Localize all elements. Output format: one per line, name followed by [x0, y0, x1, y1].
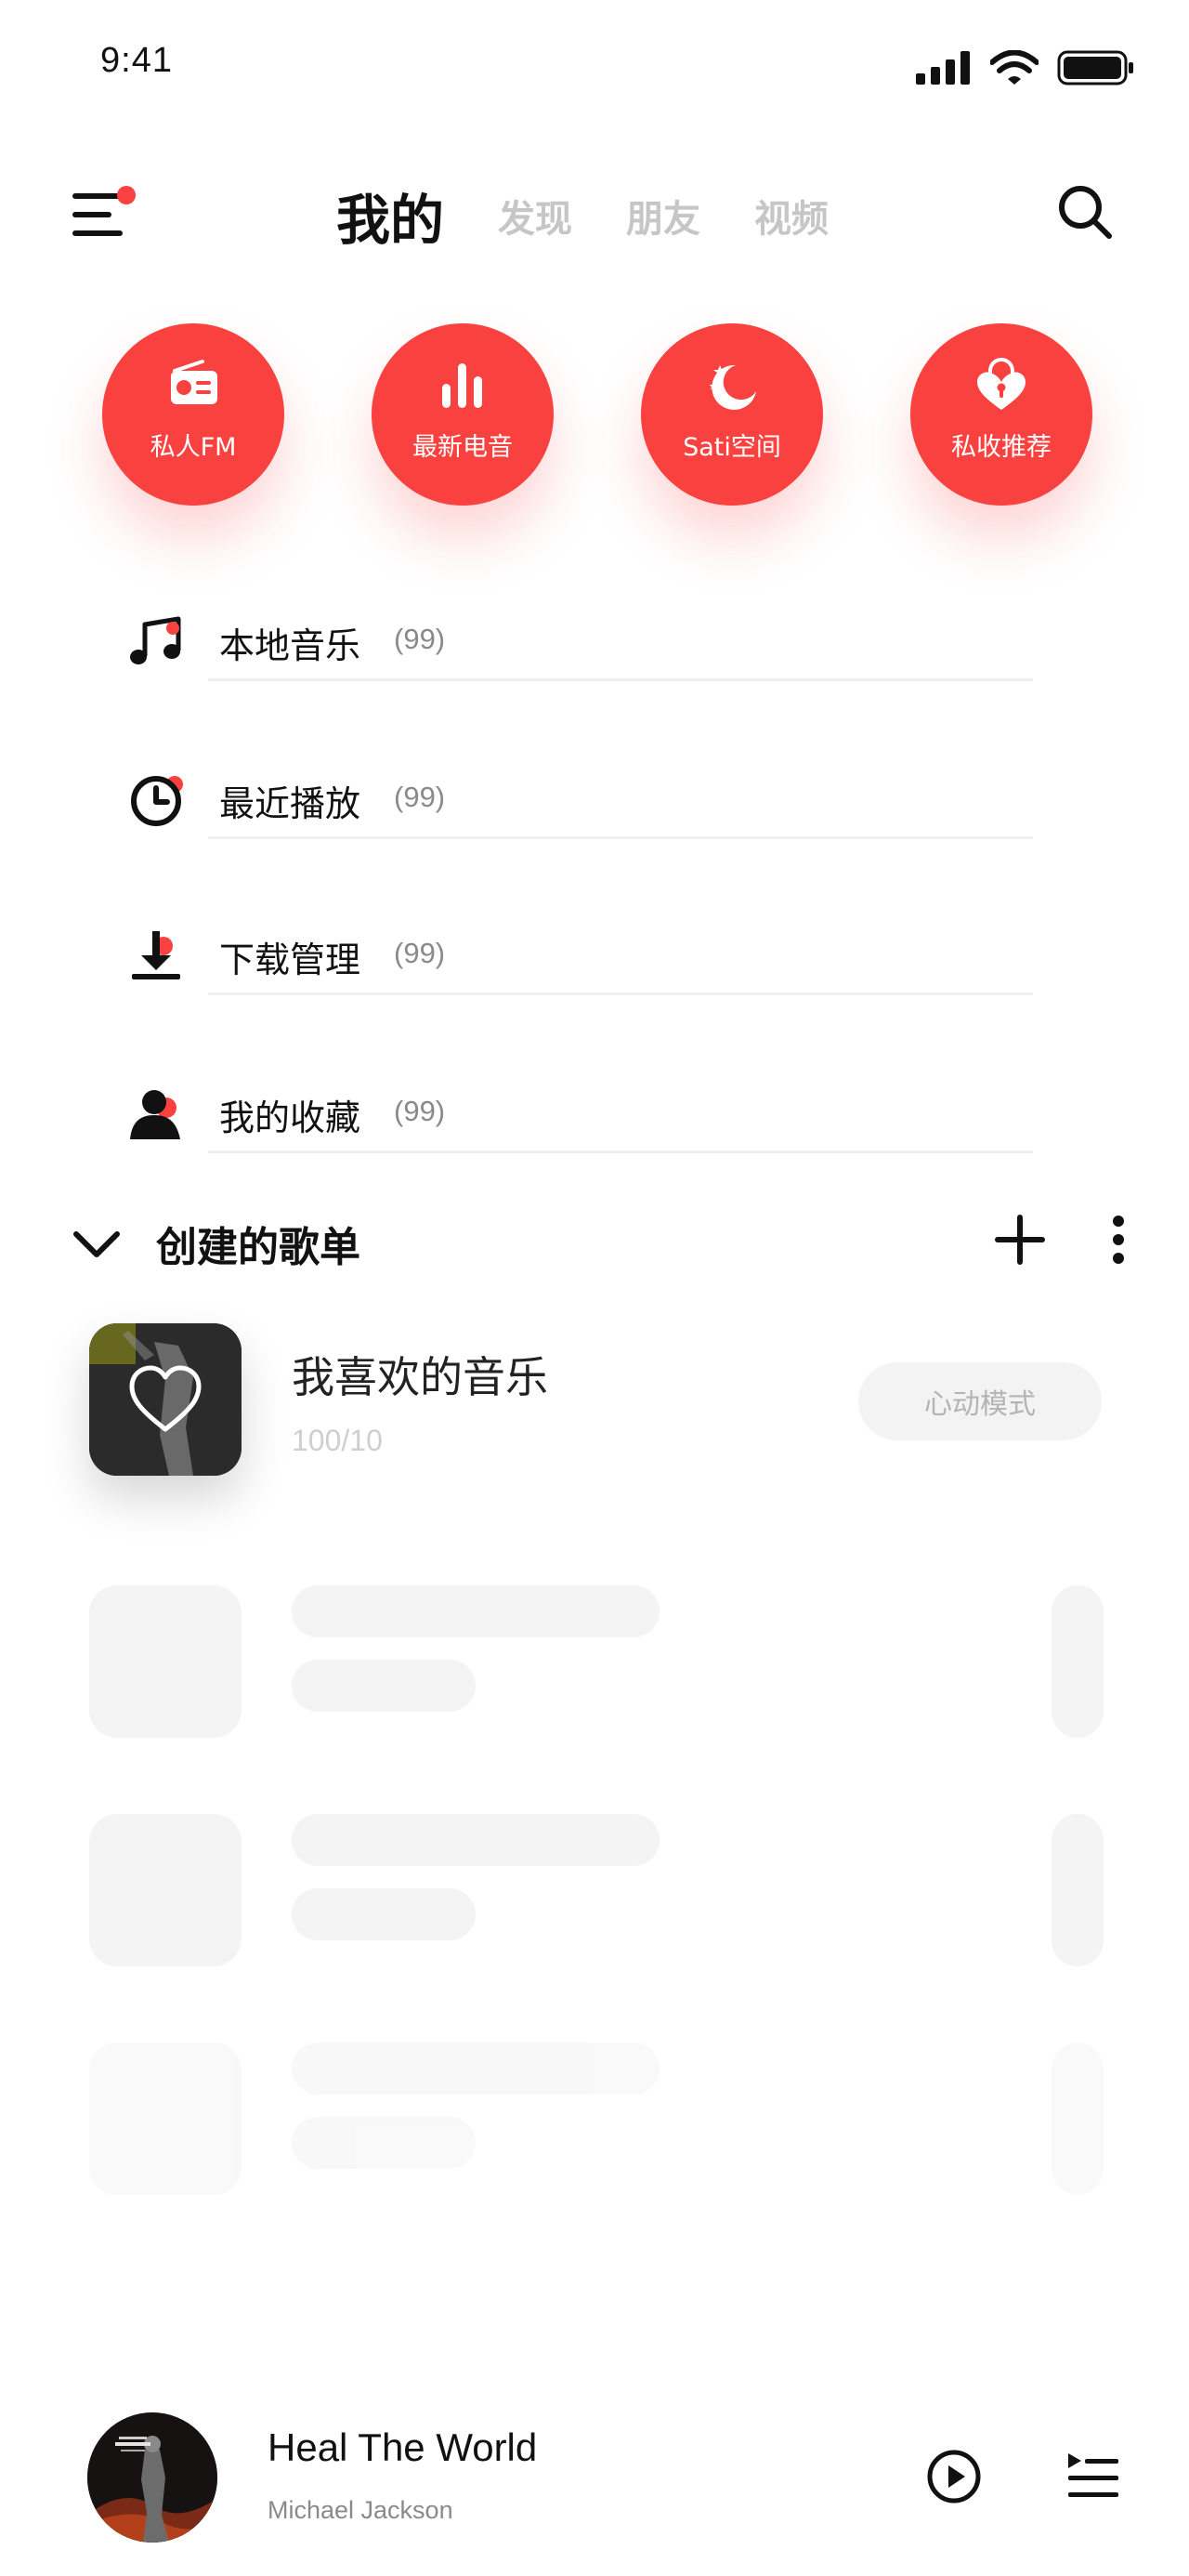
library-item-label: 我的收藏 [219, 1097, 361, 1138]
quick-action-label: 最新电音 [412, 432, 513, 462]
more-vertical-icon [1113, 1216, 1124, 1264]
library-item-local-music[interactable]: 本地音乐 (99) [126, 576, 1037, 732]
skeleton-line [292, 1585, 660, 1637]
download-icon [132, 931, 180, 979]
skeleton-line [292, 1660, 476, 1712]
search-icon [1059, 186, 1112, 239]
tab-friends[interactable]: 朋友 [626, 189, 700, 243]
play-button[interactable] [925, 2448, 983, 2505]
library-item-count: (99) [394, 1095, 446, 1127]
wifi-icon [990, 50, 1039, 85]
skeleton-row [0, 2043, 1189, 2195]
skeleton-line [292, 2043, 660, 2095]
quick-action-electronic[interactable]: 最新电音 [372, 323, 554, 506]
search-button[interactable] [1055, 182, 1115, 242]
playlist-queue-button[interactable] [1065, 2448, 1122, 2505]
skeleton-pill [1052, 1814, 1104, 1966]
skeleton-line [292, 2117, 476, 2169]
bars-icon [442, 362, 482, 408]
plus-icon [995, 1215, 1045, 1265]
collapse-section-button[interactable] [72, 1219, 121, 1268]
queue-icon [1068, 2453, 1118, 2497]
tab-discover[interactable]: 发现 [498, 189, 572, 243]
user-icon [130, 1090, 180, 1139]
library-item-label: 下载管理 [219, 940, 361, 980]
divider [208, 836, 1033, 839]
tab-mine[interactable]: 我的 [336, 177, 444, 255]
skeleton-pill [1052, 1585, 1104, 1738]
heart-lock-icon [977, 357, 1026, 410]
status-time: 9:41 [100, 41, 173, 80]
tab-video[interactable]: 视频 [754, 189, 829, 243]
divider [208, 678, 1033, 681]
library-item-count: (99) [394, 781, 446, 813]
skeleton-line [292, 1814, 660, 1866]
moon-icon [709, 364, 756, 410]
now-playing-cover[interactable] [87, 2412, 217, 2543]
library-item-count: (99) [394, 937, 446, 969]
now-playing-title[interactable]: Heal The World [268, 2425, 537, 2470]
chevron-down-icon [73, 1231, 120, 1257]
skeleton-cover [89, 2043, 242, 2195]
section-title: 创建的歌单 [156, 1224, 360, 1271]
quick-action-private-fm[interactable]: 私人FM [102, 323, 284, 506]
heart-icon [129, 1365, 202, 1432]
heartbeat-mode-button[interactable]: 心动模式 [858, 1362, 1102, 1440]
menu-button[interactable] [71, 184, 136, 242]
library-item-label: 本地音乐 [219, 625, 361, 666]
library-item-label: 最近播放 [219, 783, 361, 824]
library-item-recent[interactable]: 最近播放 (99) [126, 734, 1037, 890]
skeleton-line [292, 1888, 476, 1940]
skeleton-row [0, 1585, 1189, 1738]
library-item-count: (99) [394, 623, 446, 655]
quick-action-label: 私收推荐 [951, 432, 1052, 462]
playlist-count: 100/10 [292, 1424, 383, 1457]
top-tabs: 我的 发现 朋友 视频 [336, 177, 829, 255]
library-item-downloads[interactable]: 下载管理 (99) [126, 890, 1037, 1046]
playlist-title[interactable]: 我喜欢的音乐 [292, 1344, 548, 1405]
add-playlist-button[interactable] [994, 1214, 1046, 1266]
signal-icon [916, 51, 970, 85]
notification-dot [117, 186, 136, 204]
quick-action-sati-space[interactable]: Sati空间 [641, 323, 823, 506]
library-item-favorites[interactable]: 我的收藏 (99) [126, 1048, 1037, 1204]
quick-action-label: 私人FM [150, 432, 237, 462]
playlist-cover[interactable] [89, 1323, 242, 1476]
skeleton-row [0, 1814, 1189, 1966]
skeleton-cover [89, 1585, 242, 1738]
divider [208, 1150, 1033, 1153]
music-note-icon [130, 616, 181, 664]
divider [208, 992, 1033, 995]
more-options-button[interactable] [1109, 1214, 1128, 1266]
skeleton-cover [89, 1814, 242, 1966]
now-playing-artist: Michael Jackson [268, 2496, 453, 2524]
clock-icon [131, 776, 183, 826]
quick-action-label: Sati空间 [683, 432, 781, 462]
skeleton-pill [1052, 2043, 1104, 2195]
menu-icon [72, 186, 136, 236]
album-art [87, 2412, 217, 2543]
battery-icon [1057, 50, 1133, 85]
play-icon [927, 2450, 981, 2504]
status-icons [916, 50, 1135, 85]
quick-action-recommend[interactable]: 私收推荐 [910, 323, 1092, 506]
radio-icon [171, 359, 217, 404]
